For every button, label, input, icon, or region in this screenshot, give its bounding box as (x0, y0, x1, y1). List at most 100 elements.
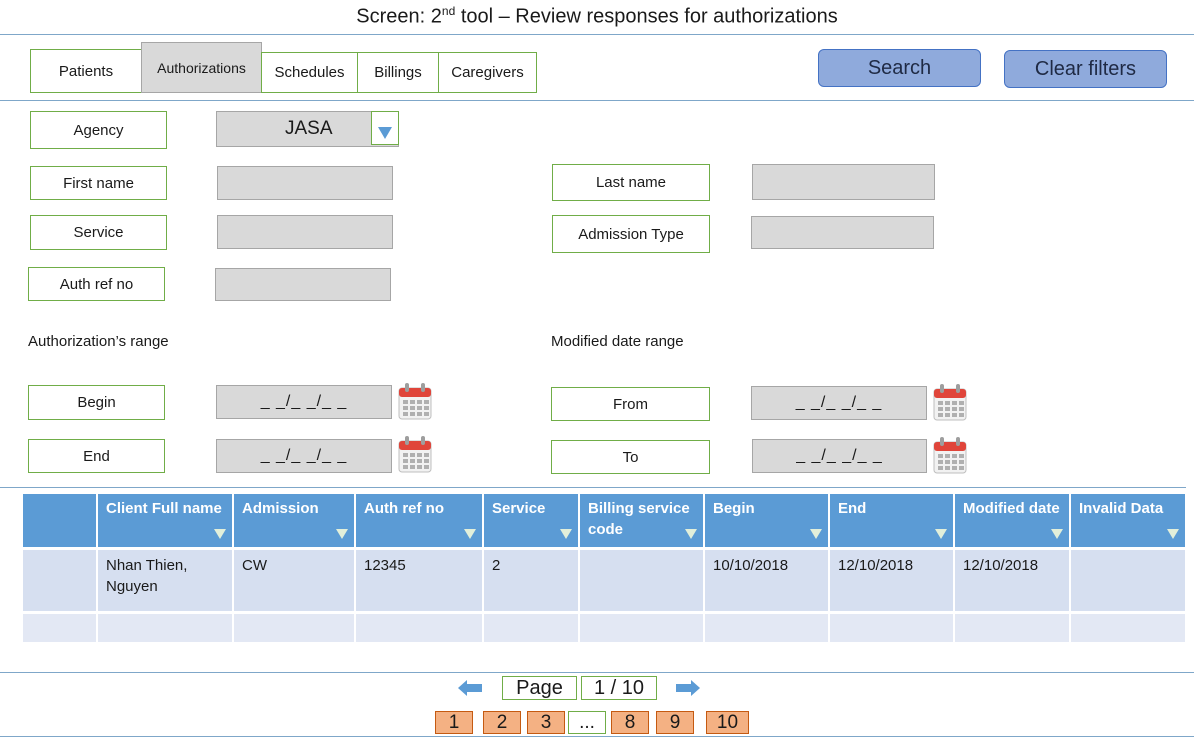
column-header-auth-ref-no[interactable]: Auth ref no (355, 494, 484, 548)
table-cell (355, 610, 484, 642)
admission-type-label: Admission Type (552, 215, 710, 253)
page-indicator: 1 / 10 (581, 676, 657, 700)
column-header-billing-service-code[interactable]: Billing service code (579, 494, 705, 548)
page-label: Page (502, 676, 577, 700)
table-cell: 12/10/2018 (829, 546, 955, 612)
filters-top-divider (0, 100, 1194, 101)
bottom-divider (0, 736, 1194, 737)
agency-value: JASA (285, 118, 333, 139)
begin-label: Begin (28, 385, 165, 420)
filter-triangle-icon[interactable] (1167, 528, 1179, 539)
page-number-button[interactable]: 1 (435, 711, 473, 734)
table-cell (704, 610, 830, 642)
search-button[interactable]: Search (818, 49, 981, 87)
first-name-input[interactable] (217, 166, 393, 200)
table-cell (579, 610, 705, 642)
table-cell (23, 546, 98, 612)
arrow-right-icon[interactable] (676, 680, 700, 696)
auth-ref-label: Auth ref no (28, 267, 165, 301)
column-header-select (23, 494, 98, 548)
filter-triangle-icon[interactable] (1051, 528, 1063, 539)
filter-triangle-icon[interactable] (214, 528, 226, 539)
table-row[interactable]: Nhan Thien, Nguyen CW 12345 2 10/10/2018… (23, 546, 1187, 612)
clear-filters-button[interactable]: Clear filters (1004, 50, 1167, 88)
calendar-icon[interactable] (933, 436, 967, 474)
column-header-invalid-data[interactable]: Invalid Data (1070, 494, 1187, 548)
column-header-begin[interactable]: Begin (704, 494, 830, 548)
column-header-admission[interactable]: Admission (233, 494, 356, 548)
column-header-end[interactable]: End (829, 494, 955, 548)
page-number-button[interactable]: 9 (656, 711, 694, 734)
admission-type-input[interactable] (751, 216, 934, 249)
from-date-input[interactable]: _ _/_ _/_ _ (751, 386, 927, 420)
first-name-label: First name (30, 166, 167, 200)
table-cell: 12345 (355, 546, 484, 612)
column-header-label: Auth ref no (364, 500, 444, 517)
table-row[interactable] (23, 610, 1187, 642)
column-header-label: Admission (242, 500, 319, 517)
filter-triangle-icon[interactable] (336, 528, 348, 539)
filter-triangle-icon[interactable] (935, 528, 947, 539)
chevron-down-icon (378, 127, 392, 139)
column-header-label: Invalid Data (1079, 500, 1164, 517)
table-cell (1070, 546, 1187, 612)
table-cell (954, 610, 1071, 642)
column-header-label: Client Full name (106, 500, 222, 517)
column-header-label: Begin (713, 500, 755, 517)
begin-date-input[interactable]: _ _/_ _/_ _ (216, 385, 392, 419)
calendar-icon[interactable] (933, 383, 967, 421)
results-table: Client Full name Admission Auth ref no S… (23, 494, 1187, 642)
to-date-input[interactable]: _ _/_ _/_ _ (752, 439, 927, 473)
page-ellipsis: ... (568, 711, 606, 734)
tab-billings[interactable]: Billings (357, 52, 439, 93)
pagination-top-divider (0, 672, 1194, 673)
tab-caregivers[interactable]: Caregivers (438, 52, 537, 93)
calendar-icon[interactable] (398, 382, 432, 420)
table-cell (97, 610, 234, 642)
table-header-row: Client Full name Admission Auth ref no S… (23, 494, 1187, 548)
agency-label: Agency (30, 111, 167, 149)
agency-dropdown-toggle[interactable] (371, 111, 399, 145)
authorization-range-heading: Authorization’s range (28, 333, 169, 350)
page-number-button[interactable]: 10 (706, 711, 749, 734)
table-cell: 12/10/2018 (954, 546, 1071, 612)
table-cell (233, 610, 356, 642)
column-header-label: Service (492, 500, 546, 517)
filter-triangle-icon[interactable] (464, 528, 476, 539)
column-header-service[interactable]: Service (483, 494, 580, 548)
modified-date-range-heading: Modified date range (551, 333, 684, 350)
tab-patients[interactable]: Patients (30, 49, 142, 93)
from-label: From (551, 387, 710, 421)
tab-authorizations[interactable]: Authorizations (141, 42, 262, 93)
table-cell (483, 610, 580, 642)
page-number-button[interactable]: 8 (611, 711, 649, 734)
end-label: End (28, 439, 165, 473)
table-cell: CW (233, 546, 356, 612)
column-header-label: Modified date (963, 500, 1060, 517)
service-input[interactable] (217, 215, 393, 249)
table-top-divider (0, 487, 1186, 488)
table-cell (23, 610, 98, 642)
last-name-input[interactable] (752, 164, 935, 200)
table-cell (829, 610, 955, 642)
column-header-client-full-name[interactable]: Client Full name (97, 494, 234, 548)
column-header-modified-date[interactable]: Modified date (954, 494, 1071, 548)
table-cell (1070, 610, 1187, 642)
service-label: Service (30, 215, 167, 250)
filter-triangle-icon[interactable] (560, 528, 572, 539)
column-header-label: Billing service code (588, 500, 690, 538)
page-number-button[interactable]: 3 (527, 711, 565, 734)
column-header-label: End (838, 500, 867, 517)
filter-triangle-icon[interactable] (810, 528, 822, 539)
filter-triangle-icon[interactable] (685, 528, 697, 539)
title-divider (0, 34, 1194, 35)
screen-title: Screen: 2nd tool – Review responses for … (356, 4, 838, 28)
page-number-button[interactable]: 2 (483, 711, 521, 734)
calendar-icon[interactable] (398, 435, 432, 473)
end-date-input[interactable]: _ _/_ _/_ _ (216, 439, 392, 473)
last-name-label: Last name (552, 164, 710, 201)
auth-ref-input[interactable] (215, 268, 391, 301)
arrow-left-icon[interactable] (458, 680, 482, 696)
table-cell: 10/10/2018 (704, 546, 830, 612)
tab-schedules[interactable]: Schedules (261, 52, 358, 93)
